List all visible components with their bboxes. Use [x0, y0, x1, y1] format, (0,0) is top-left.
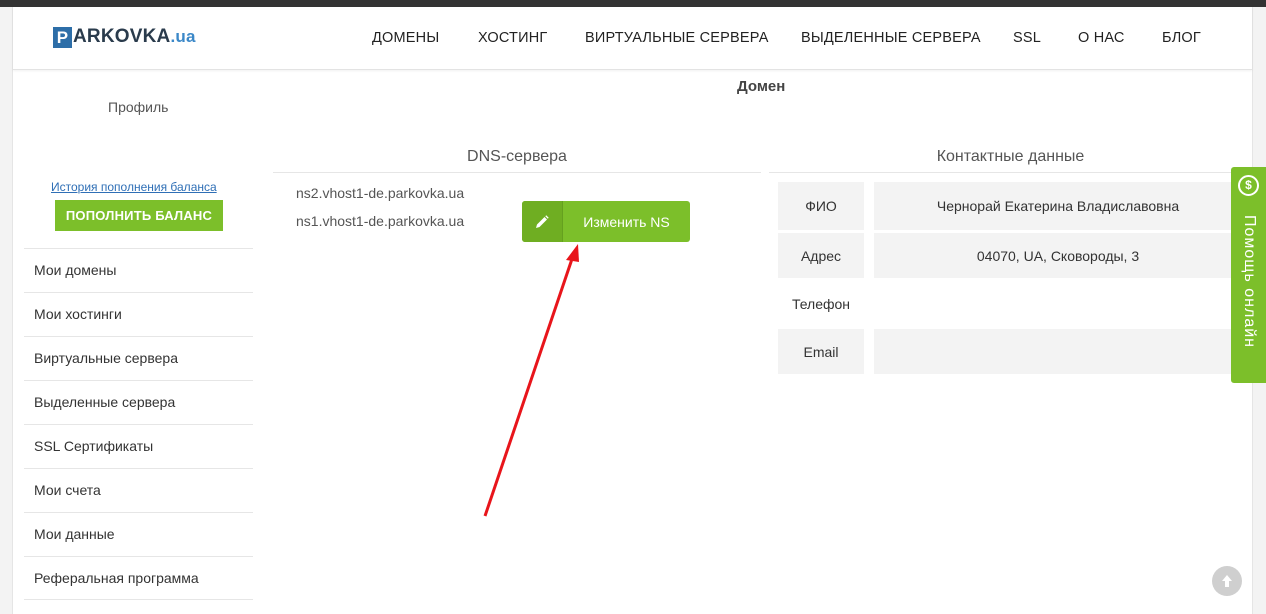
site-header: P ARKOVKA .ua ДОМЕНЫ ХОСТИНГ ВИРТУАЛЬНЫЕ…: [13, 7, 1252, 70]
online-help-label: Помощь онлайн: [1241, 215, 1258, 348]
contact-label: Телефон: [791, 295, 851, 312]
pencil-icon: [522, 201, 563, 242]
ns-server: ns2.vhost1-de.parkovka.ua: [296, 185, 465, 201]
nav-dedicated[interactable]: ВЫДЕЛЕННЫЕ СЕРВЕРА: [801, 30, 981, 46]
table-row: Телефон: [778, 278, 1242, 326]
sidebar-item-my-data[interactable]: Мои данные: [24, 512, 253, 556]
nav-blog[interactable]: БЛОГ: [1162, 30, 1201, 46]
sidebar-menu: Мои домены Мои хостинги Виртуальные серв…: [24, 248, 253, 600]
main-nav: ДОМЕНЫ ХОСТИНГ ВИРТУАЛЬНЫЕ СЕРВЕРА ВЫДЕЛ…: [13, 30, 1252, 50]
table-row: Email: [778, 326, 1242, 374]
sidebar-item-domains[interactable]: Мои домены: [24, 248, 253, 292]
arrow-up-icon: [1222, 575, 1232, 587]
profile-link[interactable]: Профиль: [108, 99, 168, 115]
contact-label: Email: [778, 329, 864, 374]
nav-hosting[interactable]: ХОСТИНГ: [478, 30, 547, 46]
contacts-table: ФИО Чернорай Екатерина Владиславовна Адр…: [778, 182, 1242, 374]
page-title: Домен: [737, 78, 786, 95]
contact-value: [874, 329, 1242, 374]
nav-ssl[interactable]: SSL: [1013, 30, 1041, 46]
ns-server: ns1.vhost1-de.parkovka.ua: [296, 213, 465, 229]
contact-value: Чернорай Екатерина Владиславовна: [874, 182, 1242, 230]
ns-list: ns2.vhost1-de.parkovka.ua ns1.vhost1-de.…: [296, 185, 464, 241]
top-bar: [0, 0, 1266, 7]
contact-label: ФИО: [778, 182, 864, 230]
online-help-tab[interactable]: $ Помощь онлайн: [1231, 167, 1266, 383]
sidebar-item-referral[interactable]: Реферальная программа: [24, 556, 253, 600]
change-ns-label: Изменить NS: [583, 213, 670, 230]
table-row: Адрес 04070, UA, Сковороды, 3: [778, 230, 1242, 278]
topup-balance-button[interactable]: ПОПОЛНИТЬ БАЛАНС: [55, 200, 223, 231]
balance-history-link[interactable]: История пополнения баланса: [51, 180, 217, 194]
sidebar-item-dedicated[interactable]: Выделенные сервера: [24, 380, 253, 424]
sidebar-item-vps[interactable]: Виртуальные сервера: [24, 336, 253, 380]
contact-label: Адрес: [778, 233, 864, 278]
sidebar-item-invoices[interactable]: Мои счета: [24, 468, 253, 512]
sidebar-item-ssl[interactable]: SSL Сертификаты: [24, 424, 253, 468]
nav-vps[interactable]: ВИРТУАЛЬНЫЕ СЕРВЕРА: [585, 30, 769, 46]
contacts-section-title: Контактные данные: [769, 148, 1252, 173]
scroll-to-top-button[interactable]: [1212, 566, 1242, 596]
nav-domains[interactable]: ДОМЕНЫ: [372, 30, 439, 46]
dns-section-title: DNS-сервера: [273, 148, 761, 173]
nav-about[interactable]: О НАС: [1078, 30, 1125, 46]
page-container: P ARKOVKA .ua ДОМЕНЫ ХОСТИНГ ВИРТУАЛЬНЫЕ…: [12, 7, 1253, 614]
dollar-icon: $: [1238, 175, 1259, 196]
contact-value: 04070, UA, Сковороды, 3: [874, 233, 1242, 278]
sidebar-item-hostings[interactable]: Мои хостинги: [24, 292, 253, 336]
table-row: ФИО Чернорай Екатерина Владиславовна: [778, 182, 1242, 230]
change-ns-button[interactable]: Изменить NS: [522, 201, 690, 242]
contact-value: [874, 281, 1242, 326]
